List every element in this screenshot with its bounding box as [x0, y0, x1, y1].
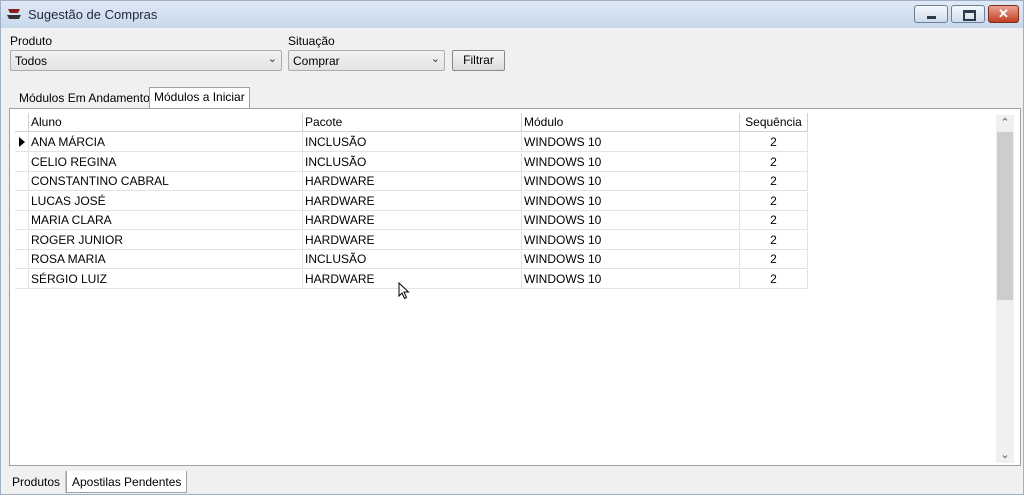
maximize-button[interactable] [951, 5, 985, 23]
cell-pacote[interactable]: HARDWARE [303, 270, 522, 289]
cell-sequencia[interactable]: 2 [740, 192, 808, 211]
row-indicator-cell [15, 172, 29, 191]
cell-pacote[interactable]: INCLUSÃO [303, 133, 522, 152]
cell-aluno[interactable]: ANA MÁRCIA [29, 133, 303, 152]
cell-modulo[interactable]: WINDOWS 10 [522, 153, 740, 172]
chevron-down-icon: ⌄ [430, 53, 440, 65]
cell-modulo[interactable]: WINDOWS 10 [522, 172, 740, 191]
cell-aluno[interactable]: SÉRGIO LUIZ [29, 270, 303, 289]
column-header-sequencia[interactable]: Sequência [740, 113, 808, 132]
cell-pacote[interactable]: INCLUSÃO [303, 250, 522, 269]
cell-aluno[interactable]: ROSA MARIA [29, 250, 303, 269]
cell-modulo[interactable]: WINDOWS 10 [522, 270, 740, 289]
cell-modulo[interactable]: WINDOWS 10 [522, 211, 740, 230]
cell-pacote[interactable]: HARDWARE [303, 192, 522, 211]
row-indicator-cell [15, 153, 29, 172]
cell-modulo[interactable]: WINDOWS 10 [522, 133, 740, 152]
cell-sequencia[interactable]: 2 [740, 133, 808, 152]
produto-select[interactable]: Todos ⌄ [10, 50, 282, 71]
cell-sequencia[interactable]: 2 [740, 270, 808, 289]
row-indicator-cell [15, 192, 29, 211]
cell-sequencia[interactable]: 2 [740, 231, 808, 250]
row-pointer-icon [19, 137, 25, 147]
data-grid[interactable]: Aluno Pacote Módulo Sequência ANA MÁRCIA… [15, 113, 1017, 465]
column-header-pacote[interactable]: Pacote [303, 113, 522, 132]
tab-produtos[interactable]: Produtos [7, 471, 67, 493]
row-indicator-cell [15, 250, 29, 269]
title-bar: Sugestão de Compras ✕ [1, 1, 1023, 28]
scrollbar-thumb[interactable] [997, 132, 1013, 300]
row-indicator-cell [15, 270, 29, 289]
chevron-down-icon[interactable]: ⌄ [996, 447, 1014, 463]
mouse-pointer-icon [398, 282, 410, 300]
row-indicator-cell [15, 211, 29, 230]
vertical-scrollbar[interactable]: ⌃ ⌄ [996, 115, 1014, 463]
cell-pacote[interactable]: HARDWARE [303, 231, 522, 250]
cell-sequencia[interactable]: 2 [740, 250, 808, 269]
situacao-label: Situação [288, 34, 335, 48]
cell-aluno[interactable]: CELIO REGINA [29, 153, 303, 172]
column-header-modulo[interactable]: Módulo [522, 113, 740, 132]
cell-pacote[interactable]: HARDWARE [303, 211, 522, 230]
minimize-button[interactable] [914, 5, 948, 23]
chevron-up-icon[interactable]: ⌃ [996, 115, 1014, 131]
cell-pacote[interactable]: INCLUSÃO [303, 153, 522, 172]
tab-modulos-a-iniciar[interactable]: Módulos a Iniciar [149, 87, 250, 109]
tab-apostilas-pendentes[interactable]: Apostilas Pendentes [66, 471, 188, 493]
situacao-value: Comprar [293, 54, 340, 68]
cell-modulo[interactable]: WINDOWS 10 [522, 231, 740, 250]
chevron-down-icon: ⌄ [267, 53, 277, 65]
cell-sequencia[interactable]: 2 [740, 172, 808, 191]
column-header-aluno[interactable]: Aluno [29, 113, 303, 132]
cell-modulo[interactable]: WINDOWS 10 [522, 192, 740, 211]
situacao-select[interactable]: Comprar ⌄ [288, 50, 445, 71]
cell-sequencia[interactable]: 2 [740, 153, 808, 172]
cell-aluno[interactable]: MARIA CLARA [29, 211, 303, 230]
cell-modulo[interactable]: WINDOWS 10 [522, 250, 740, 269]
cell-sequencia[interactable]: 2 [740, 211, 808, 230]
row-indicator-cell [15, 231, 29, 250]
row-indicator-cell [15, 133, 29, 152]
filtrar-button[interactable]: Filtrar [452, 50, 505, 71]
cell-pacote[interactable]: HARDWARE [303, 172, 522, 191]
close-icon: ✕ [998, 6, 1009, 21]
window-title: Sugestão de Compras [28, 7, 158, 22]
app-icon [7, 9, 21, 19]
header-indicator-cell [15, 113, 29, 132]
produto-value: Todos [15, 54, 48, 68]
cell-aluno[interactable]: LUCAS JOSÉ [29, 192, 303, 211]
produto-label: Produto [10, 34, 53, 48]
close-button[interactable]: ✕ [988, 5, 1019, 23]
window: Sugestão de Compras ✕ Produto Todos ⌄ Si… [0, 0, 1024, 495]
tab-modulos-em-andamento[interactable]: Módulos Em Andamento [15, 89, 154, 109]
cell-aluno[interactable]: ROGER JUNIOR [29, 231, 303, 250]
cell-aluno[interactable]: CONSTANTINO CABRAL [29, 172, 303, 191]
